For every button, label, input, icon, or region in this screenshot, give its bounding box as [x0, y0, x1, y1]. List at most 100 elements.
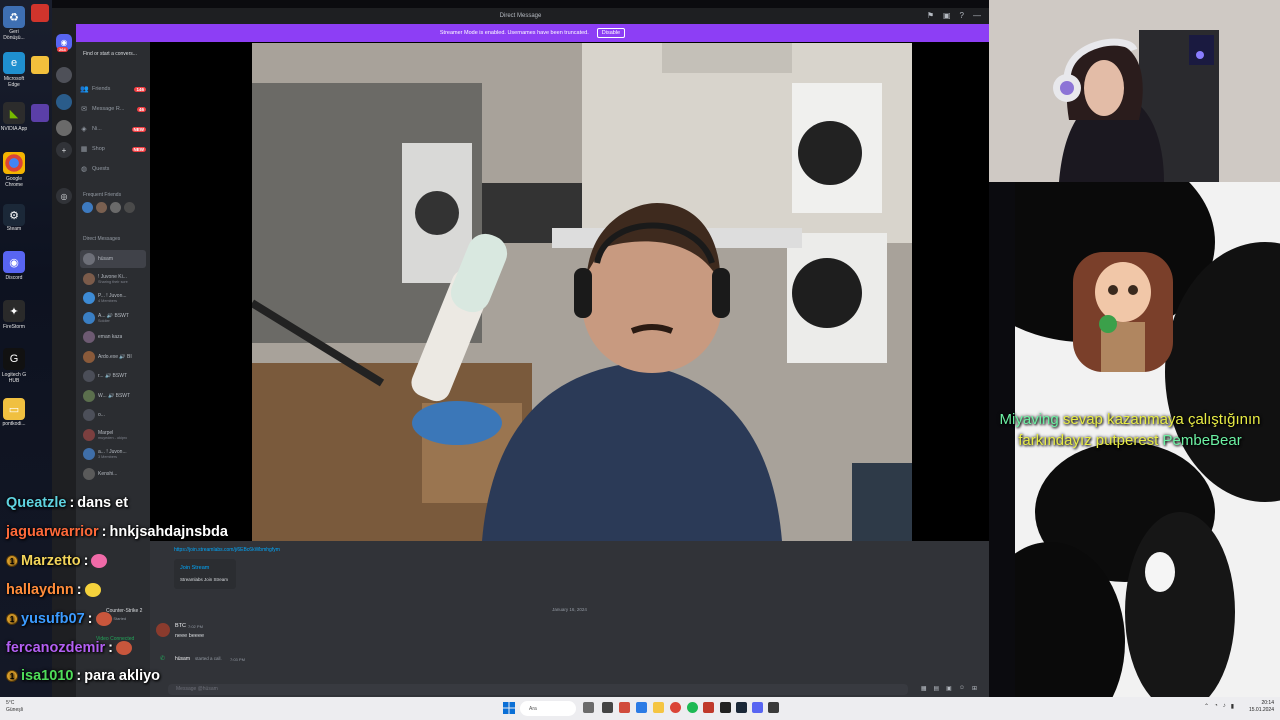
avatar[interactable] [82, 202, 93, 213]
app-icon[interactable] [703, 702, 714, 713]
embed-subtitle: Streamlabs Join Stream [180, 577, 229, 582]
direct-messages-heading: Direct Messages [83, 236, 121, 242]
server-avatar[interactable] [56, 94, 72, 110]
volume-icon[interactable]: ♪ [1223, 703, 1226, 710]
discord-icon[interactable] [752, 702, 763, 713]
dm-item[interactable]: Marpel muyeden - okipro [80, 426, 146, 444]
nav-badge: 146 [134, 86, 146, 92]
firestorm-icon[interactable]: ✦ [3, 300, 25, 322]
message-input[interactable]: Message @hüsam [168, 684, 908, 695]
edge-icon[interactable]: e [3, 52, 25, 74]
app-shortcut-icon[interactable] [31, 4, 49, 22]
window-title: Direct Message [499, 13, 542, 19]
dm-item[interactable]: Ardo.exe 🔊 BI [80, 348, 146, 366]
chat-separator: : [76, 668, 82, 684]
embed-title[interactable]: Join Stream [180, 565, 209, 571]
chrome-icon[interactable] [3, 152, 25, 174]
pin-icon[interactable]: ⚑ [927, 11, 934, 20]
clock[interactable]: 20:14 15.01.2024 [1249, 700, 1274, 714]
nav-nitro[interactable]: ◈ Ni... NEW [80, 122, 146, 136]
avatar[interactable] [96, 202, 107, 213]
subscriber-badge-icon: 1 [6, 555, 18, 567]
widgets-icon[interactable] [602, 702, 613, 713]
avatar[interactable] [110, 202, 121, 213]
chat-username: jaguarwarrior [6, 524, 99, 540]
steam-icon[interactable]: ⚙ [3, 204, 25, 226]
avatar[interactable] [124, 202, 135, 213]
avatar[interactable] [156, 623, 170, 637]
dm-item[interactable]: hüsam [80, 250, 146, 268]
chat-username: isa1010 [21, 668, 74, 684]
chat-separator: : [101, 524, 107, 540]
dm-item[interactable]: ! Juvone Ki... Sharing their scre [80, 270, 146, 288]
find-conversation-input[interactable]: Find or start a convers... [80, 48, 146, 59]
taskbar-search[interactable]: Ara [520, 701, 576, 716]
nav-friends[interactable]: 👥 Friends 146 [80, 82, 146, 96]
sticker-icon[interactable]: ▣ [946, 685, 952, 692]
chrome-icon[interactable] [670, 702, 681, 713]
avatar [83, 389, 95, 402]
dm-item[interactable]: Kenshi... [80, 465, 146, 483]
dm-item[interactable]: W... 🔊 BSWT [80, 387, 146, 405]
nvidia-icon[interactable]: ◣ [3, 102, 25, 124]
dm-text: P... ! Juvon... 4 Members [98, 293, 127, 303]
dm-item[interactable]: r... 🔊 BSWT [80, 367, 146, 385]
app-icon[interactable] [636, 702, 647, 713]
join-stream-embed: Join Stream Streamlabs Join Stream [174, 559, 236, 589]
friends-icon: 👥 [80, 86, 89, 93]
call-time: 7:03 PM [230, 657, 245, 662]
windows-start-icon[interactable] [503, 702, 515, 714]
add-server-icon[interactable]: + [56, 142, 72, 158]
message-author[interactable]: BTC [175, 623, 186, 629]
desktop-label: FireStorm [3, 324, 25, 330]
dm-item[interactable]: P... ! Juvon... 4 Members [80, 289, 146, 307]
dm-item[interactable]: o... [80, 406, 146, 424]
app-icon[interactable] [619, 702, 630, 713]
chat-area: https://join.streamlabs.com/j/6EBc6kWbmh… [150, 541, 989, 697]
avatar [83, 253, 95, 265]
dm-name: r... 🔊 BSWT [98, 373, 128, 379]
call-author[interactable]: hüsam [175, 656, 190, 662]
dm-text: eman kaza [98, 334, 122, 340]
apps-icon[interactable]: ⊞ [972, 685, 977, 692]
nav-quests[interactable]: ◍ Quests [80, 162, 146, 176]
network-icon[interactable]: ◔ [1214, 703, 1218, 710]
task-view-icon[interactable] [583, 702, 594, 713]
nitro-icon: ◈ [81, 126, 87, 133]
battery-icon[interactable]: ▮ [1231, 703, 1234, 710]
server-avatar[interactable] [56, 67, 72, 83]
tray-chevron-icon[interactable]: ⌃ [1204, 703, 1209, 710]
folder-icon[interactable]: ▭ [3, 398, 25, 420]
steam-icon[interactable] [736, 702, 747, 713]
spotify-icon[interactable] [687, 702, 698, 713]
help-icon[interactable]: ? [960, 11, 964, 20]
app-icon[interactable] [768, 702, 779, 713]
nav-shop[interactable]: ▦ Shop NEW [80, 142, 146, 156]
dm-item[interactable]: A... 🔊 BSWT Soldier [80, 309, 146, 327]
nav-label: Quests [92, 166, 110, 172]
server-avatar[interactable] [56, 120, 72, 136]
file-explorer-icon[interactable] [653, 702, 664, 713]
folder-icon[interactable] [31, 56, 49, 74]
gif-icon[interactable]: ▤ [933, 685, 939, 692]
camera-scene [252, 43, 912, 541]
decorative-shape [1145, 552, 1175, 592]
discord-icon[interactable]: ◉ [3, 251, 25, 273]
discover-icon[interactable]: ◎ [56, 188, 72, 204]
disable-streamer-mode-button[interactable]: Disable [596, 28, 626, 38]
avatar [83, 292, 95, 304]
gift-icon[interactable]: ▦ [921, 685, 927, 692]
dm-item[interactable]: eman kaza [80, 328, 146, 346]
chat-link[interactable]: https://join.streamlabs.com/j/6EBc6kWbmh… [174, 547, 280, 553]
recycle-bin-icon[interactable]: ♻ [3, 6, 25, 28]
app-shortcut-icon[interactable] [31, 104, 49, 122]
logitech-icon[interactable]: G [3, 348, 25, 370]
avatar [83, 272, 95, 285]
nav-message-requests[interactable]: ✉ Message R... 46 [80, 102, 146, 116]
dm-item[interactable]: a... ! Juvon... 3 Members [80, 445, 146, 463]
weather-widget[interactable]: 5°C Güneşli [6, 700, 23, 714]
screen-icon[interactable]: ▣ [943, 11, 951, 20]
minimize-icon[interactable]: — [973, 11, 981, 20]
emoji-icon[interactable]: ☺ [959, 685, 965, 692]
obs-icon[interactable] [720, 702, 731, 713]
